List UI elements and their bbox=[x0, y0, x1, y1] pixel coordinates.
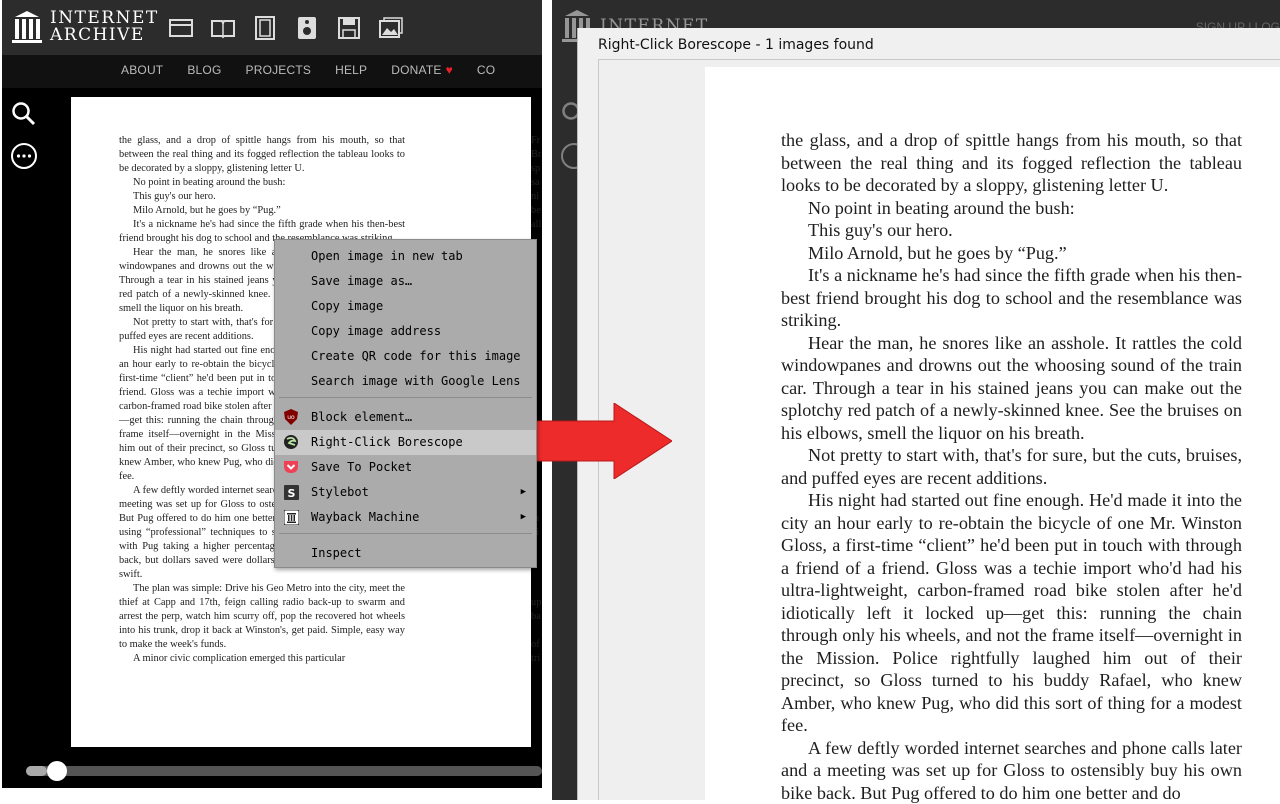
logo-line-2: ARCHIVE bbox=[50, 27, 159, 44]
margin-fragment bbox=[531, 582, 542, 596]
page-slider-fill bbox=[26, 766, 47, 776]
menu-item-block-element[interactable]: uo Block element… bbox=[275, 405, 536, 430]
nav-contact[interactable]: CO bbox=[477, 63, 495, 77]
margin-fragment: be bbox=[531, 204, 542, 218]
nav-blog[interactable]: BLOG bbox=[187, 63, 221, 77]
web-icon[interactable] bbox=[168, 16, 194, 40]
menu-separator bbox=[279, 533, 532, 534]
media-type-icons bbox=[168, 16, 404, 40]
paragraph: This guy's our hero. bbox=[781, 219, 1242, 242]
menu-item-open-image-in-new-tab[interactable]: Open image in new tab bbox=[275, 244, 536, 269]
menu-item-label: Save image as… bbox=[311, 274, 412, 288]
ublock-icon: uo bbox=[283, 409, 299, 425]
margin-fragment: all bbox=[531, 218, 542, 232]
more-icon[interactable] bbox=[10, 142, 38, 170]
menu-item-label: Create QR code for this image bbox=[311, 349, 521, 363]
stylebot-icon: S bbox=[283, 484, 299, 500]
paragraph: The plan was simple: Drive his Geo Metro… bbox=[119, 582, 405, 652]
nav-about[interactable]: ABOUT bbox=[121, 63, 163, 77]
nav-projects[interactable]: PROJECTS bbox=[246, 63, 312, 77]
menu-item-inspect[interactable]: Inspect bbox=[275, 541, 536, 566]
logo-text: INTERNET ARCHIVE bbox=[50, 10, 159, 44]
search-icon[interactable] bbox=[10, 100, 38, 128]
paragraph: A few deftly worded internet searches an… bbox=[781, 737, 1242, 804]
menu-item-right-click-borescope[interactable]: Right-Click Borescope bbox=[275, 430, 536, 455]
margin-fragment: ni bbox=[531, 190, 542, 204]
borescope-icon bbox=[283, 434, 299, 450]
borescope-dialog: Right-Click Borescope - 1 images found t… bbox=[577, 28, 1280, 800]
page-slider-bar bbox=[2, 752, 542, 788]
nav-donate[interactable]: DONATE ♥ bbox=[391, 63, 453, 77]
borescope-image: the glass, and a drop of spittle hangs f… bbox=[705, 67, 1280, 801]
menu-item-label: Copy image bbox=[311, 299, 383, 313]
margin-fragment: ba bbox=[531, 610, 542, 624]
archive-header: INTERNET ARCHIVE bbox=[2, 0, 542, 55]
menu-item-wayback-machine[interactable]: Wayback Machine ▶ bbox=[275, 505, 536, 530]
menu-item-label: Wayback Machine bbox=[311, 510, 419, 524]
paragraph: Not pretty to start with, that's for sur… bbox=[781, 444, 1242, 489]
submenu-arrow-icon: ▶ bbox=[521, 480, 526, 505]
nav-help[interactable]: HELP bbox=[335, 63, 367, 77]
menu-item-label: Copy image address bbox=[311, 324, 441, 338]
margin-fragment: sp bbox=[531, 162, 542, 176]
submenu-arrow-icon: ▶ bbox=[521, 505, 526, 530]
paragraph: A minor civic complication emerged this … bbox=[119, 652, 405, 666]
menu-item-create-qr-code-for-this-image[interactable]: Create QR code for this image bbox=[275, 344, 536, 369]
audio-icon[interactable] bbox=[294, 16, 320, 40]
margin-fragment: Fr bbox=[531, 134, 542, 148]
svg-text:S: S bbox=[287, 487, 295, 500]
menu-item-label: Inspect bbox=[311, 546, 362, 560]
internet-archive-logo[interactable]: INTERNET ARCHIVE bbox=[12, 10, 159, 44]
margin-fragment: Br bbox=[531, 148, 542, 162]
paragraph: It's a nickname he's had since the fifth… bbox=[781, 264, 1242, 332]
image-icon[interactable] bbox=[378, 16, 404, 40]
menu-item-search-image-with-google-lens[interactable]: Search image with Google Lens bbox=[275, 369, 536, 394]
paragraph: Milo Arnold, but he goes by “Pug.” bbox=[119, 204, 405, 218]
bottom-strip bbox=[0, 788, 542, 800]
margin-fragment: sa bbox=[531, 176, 542, 190]
page-slider-track[interactable] bbox=[26, 766, 542, 776]
menu-item-save-to-pocket[interactable]: Save To Pocket bbox=[275, 455, 536, 480]
menu-item-label: Open image in new tab bbox=[311, 249, 463, 263]
wayback-icon bbox=[283, 509, 299, 525]
film-icon[interactable] bbox=[252, 16, 278, 40]
archive-nav: ABOUT BLOG PROJECTS HELP DONATE ♥ CO bbox=[2, 55, 542, 88]
menu-item-label: Block element… bbox=[311, 410, 412, 424]
context-menu: Open image in new tab Save image as… Copy … bbox=[274, 239, 537, 568]
book-icon[interactable] bbox=[210, 16, 236, 40]
nav-donate-label: DONATE bbox=[391, 63, 441, 77]
margin-fragment: up bbox=[531, 596, 542, 610]
margin-fragment bbox=[531, 568, 542, 582]
menu-item-label: Search image with Google Lens bbox=[311, 374, 521, 388]
menu-item-copy-image[interactable]: Copy image bbox=[275, 294, 536, 319]
paragraph: No point in beating around the bush: bbox=[119, 176, 405, 190]
software-icon[interactable] bbox=[336, 16, 362, 40]
paragraph: No point in beating around the bush: bbox=[781, 197, 1242, 220]
menu-item-save-image-as[interactable]: Save image as… bbox=[275, 269, 536, 294]
borescope-page-text: the glass, and a drop of spittle hangs f… bbox=[781, 129, 1242, 804]
margin-fragment: tri bbox=[531, 652, 542, 666]
menu-item-stylebot[interactable]: S Stylebot ▶ bbox=[275, 480, 536, 505]
margin-fragment bbox=[531, 624, 542, 638]
svg-text:uo: uo bbox=[287, 414, 295, 421]
dialog-image-frame[interactable]: the glass, and a drop of spittle hangs f… bbox=[598, 59, 1280, 800]
pocket-icon bbox=[283, 459, 299, 475]
paragraph: the glass, and a drop of spittle hangs f… bbox=[119, 134, 405, 176]
paragraph: This guy's our hero. bbox=[119, 190, 405, 204]
dialog-title: Right-Click Borescope - 1 images found bbox=[598, 37, 874, 53]
margin-fragment: of bbox=[531, 638, 542, 652]
paragraph: the glass, and a drop of spittle hangs f… bbox=[781, 129, 1242, 197]
menu-separator bbox=[279, 397, 532, 398]
menu-item-label: Right-Click Borescope bbox=[311, 435, 463, 449]
menu-item-label: Save To Pocket bbox=[311, 460, 412, 474]
paragraph: His night had started out fine enough. H… bbox=[781, 489, 1242, 737]
menu-item-copy-image-address[interactable]: Copy image address bbox=[275, 319, 536, 344]
menu-item-label: Stylebot bbox=[311, 485, 369, 499]
paragraph: Milo Arnold, but he goes by “Pug.” bbox=[781, 242, 1242, 265]
paragraph: Hear the man, he snores like an asshole.… bbox=[781, 332, 1242, 445]
page-slider-knob[interactable] bbox=[47, 761, 67, 781]
heart-icon: ♥ bbox=[446, 63, 453, 77]
archive-building-icon bbox=[12, 11, 42, 43]
